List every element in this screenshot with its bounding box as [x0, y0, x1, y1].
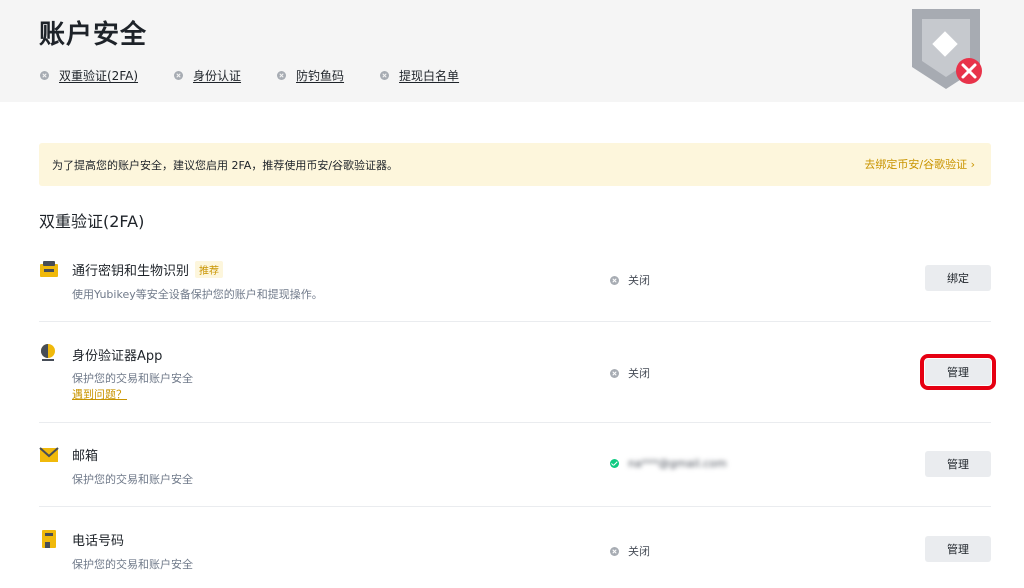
manage-phone-button[interactable]: 管理: [925, 536, 991, 562]
row-status: 关闭: [610, 272, 650, 288]
status-off-icon: [610, 368, 619, 378]
nav-link-2fa[interactable]: 双重验证(2FA): [40, 67, 138, 84]
row-title-text: 通行密钥和生物识别: [72, 264, 190, 279]
page-title: 账户安全: [39, 20, 148, 50]
row-status: 关闭: [610, 365, 650, 381]
manage-authenticator-button[interactable]: 管理: [920, 354, 996, 390]
status-off-icon: [610, 275, 619, 285]
authenticator-icon: [41, 344, 55, 361]
security-row-phone: 电话号码 保护您的交易和账户安全 关闭 管理: [39, 525, 991, 588]
header-nav: 双重验证(2FA) 身份认证 防钓鱼码 提现白名单: [40, 67, 495, 84]
row-title: 身份验证器App: [72, 349, 163, 364]
row-status: na***@gmail.com: [610, 457, 727, 470]
status-off-icon: [380, 71, 390, 80]
row-description: 保护您的交易和账户安全: [72, 473, 193, 486]
row-divider: [39, 321, 991, 322]
row-divider: [39, 506, 991, 507]
row-title: 邮箱: [72, 449, 99, 464]
nav-link-anti-phishing[interactable]: 防钓鱼码: [277, 67, 344, 84]
nav-link-label: 身份认证: [193, 69, 242, 83]
nav-link-identity[interactable]: 身份认证: [174, 67, 241, 84]
recommended-badge: 推荐: [195, 261, 224, 278]
manage-email-button[interactable]: 管理: [925, 451, 991, 477]
phone-icon: [42, 530, 56, 548]
row-title: 通行密钥和生物识别 推荐: [72, 260, 224, 279]
bind-button[interactable]: 绑定: [925, 265, 991, 291]
page-header: 账户安全 双重验证(2FA) 身份认证 防钓鱼码 提现白名单: [0, 0, 1024, 102]
status-off-icon: [610, 546, 619, 556]
passkey-icon: [40, 261, 58, 277]
status-text: 关闭: [628, 367, 650, 380]
row-description: 保护您的交易和账户安全: [72, 372, 193, 385]
status-on-icon: [610, 459, 619, 468]
envelope-icon: [39, 447, 59, 462]
nav-link-label: 防钓鱼码: [296, 69, 345, 83]
row-description: 使用Yubikey等安全设备保护您的账户和提现操作。: [72, 288, 323, 301]
email-address: na***@gmail.com: [628, 457, 727, 470]
status-text: 关闭: [628, 545, 650, 558]
security-row-authenticator: 身份验证器App 保护您的交易和账户安全 遇到问题？ 关闭 管理: [39, 340, 996, 422]
nav-link-label: 提现白名单: [399, 69, 460, 83]
nav-link-withdraw-whitelist[interactable]: 提现白名单: [380, 67, 459, 84]
status-off-icon: [277, 71, 287, 80]
row-status: 关闭: [610, 543, 650, 559]
help-link[interactable]: 遇到问题？: [72, 386, 127, 402]
bind-authenticator-link[interactable]: 去绑定币安/谷歌验证 ›: [864, 156, 975, 172]
nav-link-label: 双重验证(2FA): [59, 69, 139, 83]
recommendation-banner: 为了提高您的账户安全，建议您启用 2FA，推荐使用币安/谷歌验证器。 去绑定币安…: [39, 143, 991, 186]
status-off-icon: [40, 71, 49, 80]
security-shield-icon: [912, 9, 982, 89]
row-description: 保护您的交易和账户安全: [72, 558, 193, 571]
section-title: 双重验证(2FA): [39, 212, 145, 231]
security-row-passkey: 通行密钥和生物识别 推荐 使用Yubikey等安全设备保护您的账户和提现操作。 …: [39, 255, 991, 321]
row-title: 电话号码: [72, 534, 125, 549]
banner-text: 为了提高您的账户安全，建议您启用 2FA，推荐使用币安/谷歌验证器。: [52, 159, 399, 172]
security-row-email: 邮箱 保护您的交易和账户安全 na***@gmail.com 管理: [39, 440, 991, 506]
status-off-icon: [174, 71, 184, 80]
row-divider: [39, 422, 991, 423]
status-text: 关闭: [628, 274, 650, 287]
